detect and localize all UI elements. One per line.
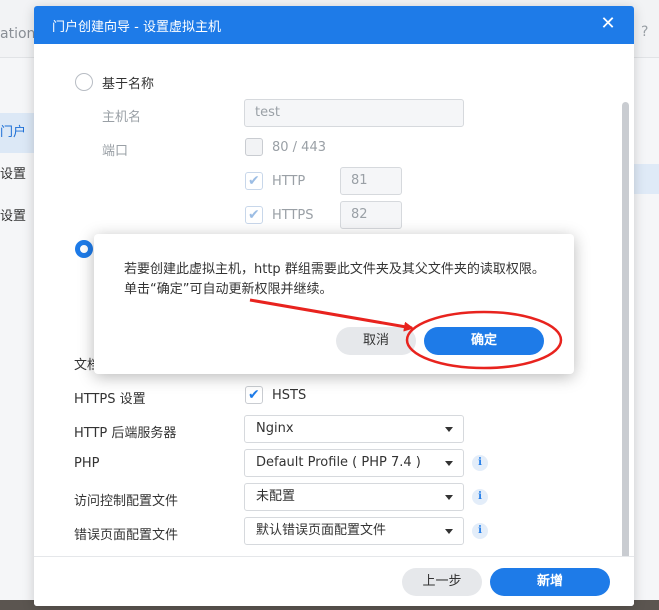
https-port-input[interactable]: 82: [340, 201, 402, 229]
help-icon[interactable]: ?: [641, 24, 648, 40]
background-selected-row: [634, 164, 659, 194]
checkmark-icon: ✔: [248, 207, 260, 223]
popup-message: 若要创建此虚拟主机，http 群组需要此文件夹及其父文件夹的读取权限。单击“确定…: [124, 262, 545, 297]
error-page-select[interactable]: 默认错误页面配置文件: [244, 517, 464, 545]
chevron-down-icon: [445, 529, 453, 534]
hsts-checkbox[interactable]: ✔: [245, 386, 263, 404]
error-page-label: 错误页面配置文件: [74, 528, 179, 543]
cancel-button[interactable]: 取消: [336, 327, 416, 355]
default-port-checkbox[interactable]: [245, 138, 263, 156]
background-title-fragment: ation: [0, 26, 36, 42]
checkmark-icon: ✔: [248, 173, 260, 189]
backend-server-value: Nginx: [256, 421, 294, 436]
https-label: HTTPS: [272, 208, 314, 223]
permission-confirm-popup: 若要创建此虚拟主机，http 群组需要此文件夹及其父文件夹的读取权限。单击“确定…: [94, 234, 574, 374]
hostname-label: 主机名: [102, 110, 142, 125]
hostname-input[interactable]: test: [244, 99, 464, 127]
ok-button[interactable]: 确定: [424, 327, 544, 355]
http-port-input[interactable]: 81: [340, 167, 402, 195]
info-icon[interactable]: i: [472, 523, 488, 539]
chevron-down-icon: [445, 461, 453, 466]
create-button[interactable]: 新增: [490, 568, 610, 596]
dialog-header: 门户创建向导 - 设置虚拟主机 ✕: [34, 6, 634, 44]
error-page-value: 默认错误页面配置文件: [256, 523, 387, 538]
http-label: HTTP: [272, 174, 306, 189]
port-based-radio[interactable]: [75, 240, 93, 258]
info-icon[interactable]: i: [472, 455, 488, 471]
sidebar-item-settings-2[interactable]: 设置: [0, 197, 34, 237]
access-control-select[interactable]: 未配置: [244, 483, 464, 511]
http-checkbox[interactable]: ✔: [245, 172, 263, 190]
hsts-label: HSTS: [272, 388, 307, 403]
php-value: Default Profile ( PHP 7.4 ): [256, 455, 421, 470]
sidebar-item-portal[interactable]: 门户: [0, 113, 34, 153]
vertical-scrollbar[interactable]: [622, 102, 629, 592]
port-label: 端口: [102, 144, 129, 159]
access-control-label: 访问控制配置文件: [74, 494, 179, 509]
close-icon[interactable]: ✕: [596, 12, 620, 36]
access-control-value: 未配置: [256, 489, 296, 504]
https-checkbox[interactable]: ✔: [245, 206, 263, 224]
chevron-down-icon: [445, 495, 453, 500]
checkmark-icon: ✔: [248, 387, 260, 403]
backend-server-select[interactable]: Nginx: [244, 415, 464, 443]
chevron-down-icon: [445, 427, 453, 432]
dialog-footer: 上一步 新增: [34, 556, 634, 606]
default-port-label: 80 / 443: [272, 140, 326, 155]
sidebar-item-settings-1[interactable]: 设置: [0, 155, 34, 195]
name-based-label: 基于名称: [102, 77, 155, 92]
php-select[interactable]: Default Profile ( PHP 7.4 ): [244, 449, 464, 477]
info-icon[interactable]: i: [472, 489, 488, 505]
back-button[interactable]: 上一步: [402, 568, 482, 596]
php-label: PHP: [74, 456, 100, 471]
dialog-title: 门户创建向导 - 设置虚拟主机: [52, 20, 221, 35]
name-based-radio[interactable]: [75, 73, 93, 91]
backend-server-label: HTTP 后端服务器: [74, 426, 177, 441]
https-settings-label: HTTPS 设置: [74, 392, 146, 407]
